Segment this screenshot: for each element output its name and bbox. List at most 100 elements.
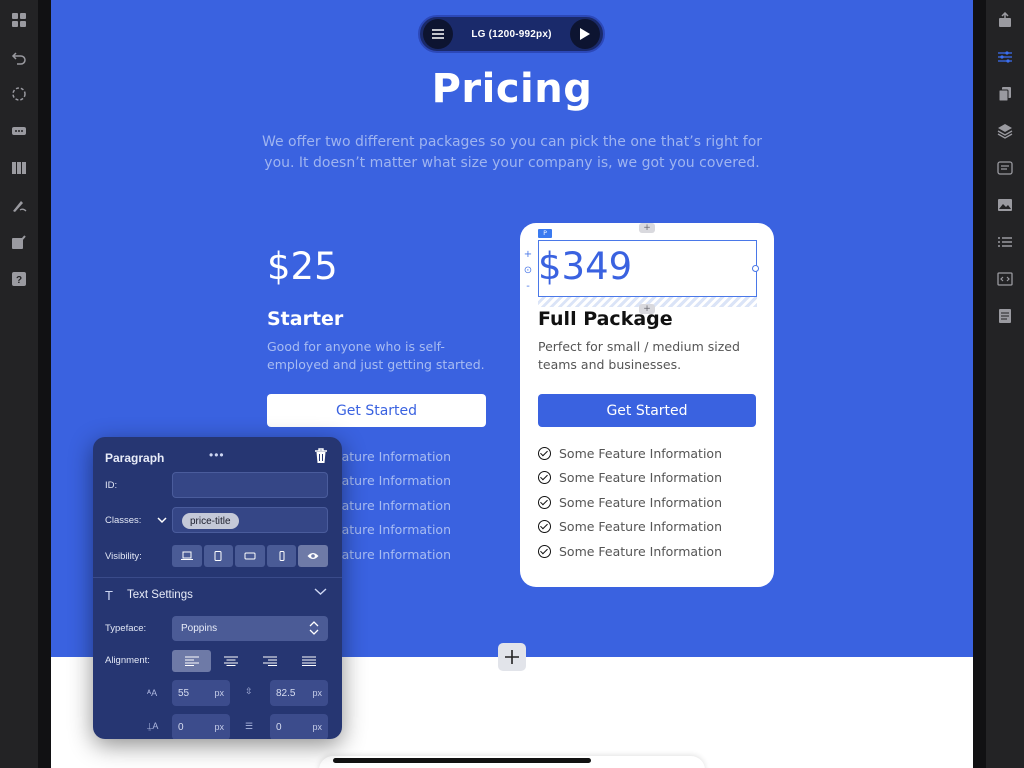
breakpoint-menu-button[interactable] [423,19,453,49]
help-icon[interactable]: ? [9,269,29,289]
word-spacing-field[interactable]: 0 px [270,714,328,739]
panel-divider [93,577,342,578]
font-size-value: 55 [178,687,190,699]
align-center-icon [223,656,238,666]
feature-text: Some Feature Information [559,494,722,510]
align-justify-button[interactable] [289,650,328,672]
unit-label: px [312,722,322,732]
left-toolbar: ? [0,0,51,768]
document-icon[interactable] [995,306,1015,326]
typeface-select[interactable]: Poppins [172,616,328,641]
starter-name[interactable]: Starter [267,308,343,330]
share-icon[interactable] [995,10,1015,30]
laptop-icon [180,551,193,560]
updown-chevron-icon [309,621,319,635]
page-title[interactable]: Pricing [51,66,973,112]
add-section-button[interactable] [498,643,526,671]
pages-icon[interactable] [995,84,1015,104]
chevron-down-icon[interactable] [157,517,167,524]
feature-text: Some Feature Information [559,543,722,559]
plus-icon [505,650,519,664]
panel-more-button[interactable]: ••• [209,448,225,462]
letter-spacing-icon: ⍊A [147,721,159,731]
more-menu-icon[interactable] [9,121,29,141]
laptop-visibility-button[interactable] [172,545,202,567]
list-item[interactable]: Some Feature Information [538,539,722,564]
phone-visibility-button[interactable] [266,545,297,567]
minus-icon[interactable]: - [526,281,530,292]
align-right-icon [262,656,277,666]
tablet-landscape-icon [244,552,256,560]
move-icon[interactable]: ⊙ [524,265,532,276]
html-icon[interactable] [995,269,1015,289]
tablet-portrait-visibility-button[interactable] [203,545,234,567]
check-circle-icon [538,446,551,460]
text-icon: T [105,588,113,603]
pen-icon[interactable] [9,195,29,215]
full-package-get-started-button[interactable]: Get Started [538,394,756,427]
resize-handle[interactable] [752,265,759,272]
layers-icon[interactable] [995,121,1015,141]
id-field[interactable] [172,472,328,498]
word-spacing-icon: ☰ [245,721,254,731]
list-item[interactable]: Some Feature Information [538,466,722,491]
code-icon[interactable] [995,158,1015,178]
list-item[interactable]: Some Feature Information [538,515,722,540]
starter-get-started-button[interactable]: Get Started [267,394,486,427]
align-right-button[interactable] [250,650,289,672]
grid-icon[interactable] [9,10,29,30]
starter-description[interactable]: Good for anyone who is self-employed and… [267,338,487,374]
align-left-icon [184,656,199,666]
image-icon[interactable] [995,195,1015,215]
panel-title: Paragraph [105,451,165,465]
check-circle-icon [538,544,551,558]
breakpoint-label: LG (1200-992px) [471,28,552,40]
align-center-button[interactable] [211,650,250,672]
align-justify-icon [301,656,316,666]
word-spacing-value: 0 [276,721,282,733]
font-size-field[interactable]: 55 px [172,680,230,706]
typeface-value: Poppins [181,623,218,634]
classes-field[interactable]: price-title [172,507,328,533]
plus-icon[interactable]: + [524,249,532,260]
full-package-card[interactable]: + P + ⊙ - $349 + Full Package Perfect fo… [520,223,774,587]
list-item[interactable]: Some Feature Information [538,441,722,466]
align-left-button[interactable] [172,650,211,672]
tablet-landscape-visibility-button[interactable] [235,545,265,567]
eye-icon [307,553,319,559]
add-above-icon[interactable]: + [639,223,655,233]
page-subtitle[interactable]: We offer two different packages so you c… [261,132,763,174]
full-package-name[interactable]: Full Package [538,308,673,330]
breakpoint-switcher[interactable]: LG (1200-992px) [418,15,605,53]
undo-icon[interactable] [9,47,29,67]
play-icon [579,28,590,40]
full-package-feature-list: Some Feature Information Some Feature In… [538,441,722,564]
line-height-field[interactable]: 82.5 px [270,680,328,706]
full-package-description[interactable]: Perfect for small / medium sized teams a… [538,338,748,374]
svg-text:?: ? [16,275,22,286]
inspector-panel[interactable]: Paragraph ••• ID: Classes: price-title V… [93,437,342,739]
chevron-down-icon[interactable] [314,587,327,596]
selection-outline [538,240,757,297]
select-frame-icon[interactable] [9,84,29,104]
text-settings-label[interactable]: Text Settings [127,589,193,601]
feature-text: Some Feature Information [559,470,722,486]
list-item[interactable]: Some Feature Information [538,490,722,515]
feature-text: Some Feature Information [559,519,722,535]
starter-price[interactable]: $25 [267,245,338,288]
edit-icon[interactable] [9,232,29,252]
classes-label: Classes: [105,515,142,526]
trash-icon[interactable] [314,448,328,464]
phone-icon [279,551,285,561]
unit-label: px [312,688,322,698]
preview-play-button[interactable] [569,19,600,49]
letter-spacing-field[interactable]: 0 px [172,714,230,739]
line-height-icon: ⇳ [245,686,253,696]
all-visibility-button[interactable] [298,545,328,567]
alignment-toggles [172,650,328,672]
sliders-icon[interactable] [995,47,1015,67]
columns-icon[interactable] [9,158,29,178]
class-chip[interactable]: price-title [182,513,239,529]
home-indicator [333,758,591,763]
list-icon[interactable] [995,232,1015,252]
